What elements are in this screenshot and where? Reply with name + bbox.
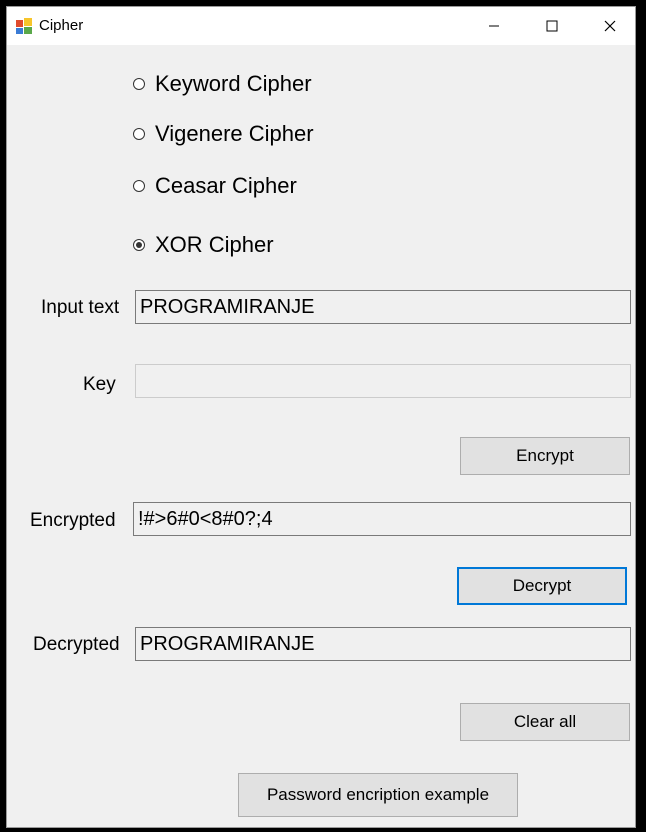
maximize-icon	[546, 20, 558, 32]
encrypted-label: Encrypted	[30, 510, 116, 531]
radio-circle-selected	[133, 239, 145, 251]
minimize-icon	[489, 25, 499, 27]
encrypt-button[interactable]: Encrypt	[460, 437, 630, 475]
minimize-button[interactable]	[465, 7, 523, 45]
radio-xor-cipher[interactable]: XOR Cipher	[133, 232, 274, 258]
radio-circle	[133, 78, 145, 90]
input-text-label: Input text	[41, 297, 120, 318]
close-button[interactable]	[581, 7, 639, 45]
radio-label: Ceasar Cipher	[155, 173, 297, 198]
decrypted-field[interactable]: PROGRAMIRANJE	[135, 627, 631, 661]
radio-keyword-cipher[interactable]: Keyword Cipher	[133, 71, 312, 97]
close-icon	[604, 20, 616, 32]
decrypted-label: Decrypted	[33, 634, 120, 655]
clear-all-button[interactable]: Clear all	[460, 703, 630, 741]
radio-label: Keyword Cipher	[155, 71, 312, 96]
radio-vigenere-cipher[interactable]: Vigenere Cipher	[133, 121, 314, 147]
radio-label: Vigenere Cipher	[155, 121, 314, 146]
radio-ceasar-cipher[interactable]: Ceasar Cipher	[133, 173, 297, 199]
input-text-field[interactable]: PROGRAMIRANJE	[135, 290, 631, 324]
encrypted-field[interactable]: !#>6#0<8#0?;4	[133, 502, 631, 536]
key-label: Key	[83, 374, 116, 395]
password-encryption-example-button[interactable]: Password encription example	[238, 773, 518, 817]
maximize-button[interactable]	[523, 7, 581, 45]
decrypt-button[interactable]: Decrypt	[457, 567, 627, 605]
title-bar[interactable]: Cipher	[7, 7, 635, 45]
radio-circle	[133, 180, 145, 192]
cipher-window: Cipher Keyword Cipher Vigenere Cipher Ce…	[6, 6, 636, 828]
radio-label: XOR Cipher	[155, 232, 274, 257]
window-title: Cipher	[39, 17, 84, 34]
radio-circle	[133, 128, 145, 140]
app-icon	[16, 18, 32, 34]
key-field[interactable]	[135, 364, 631, 398]
